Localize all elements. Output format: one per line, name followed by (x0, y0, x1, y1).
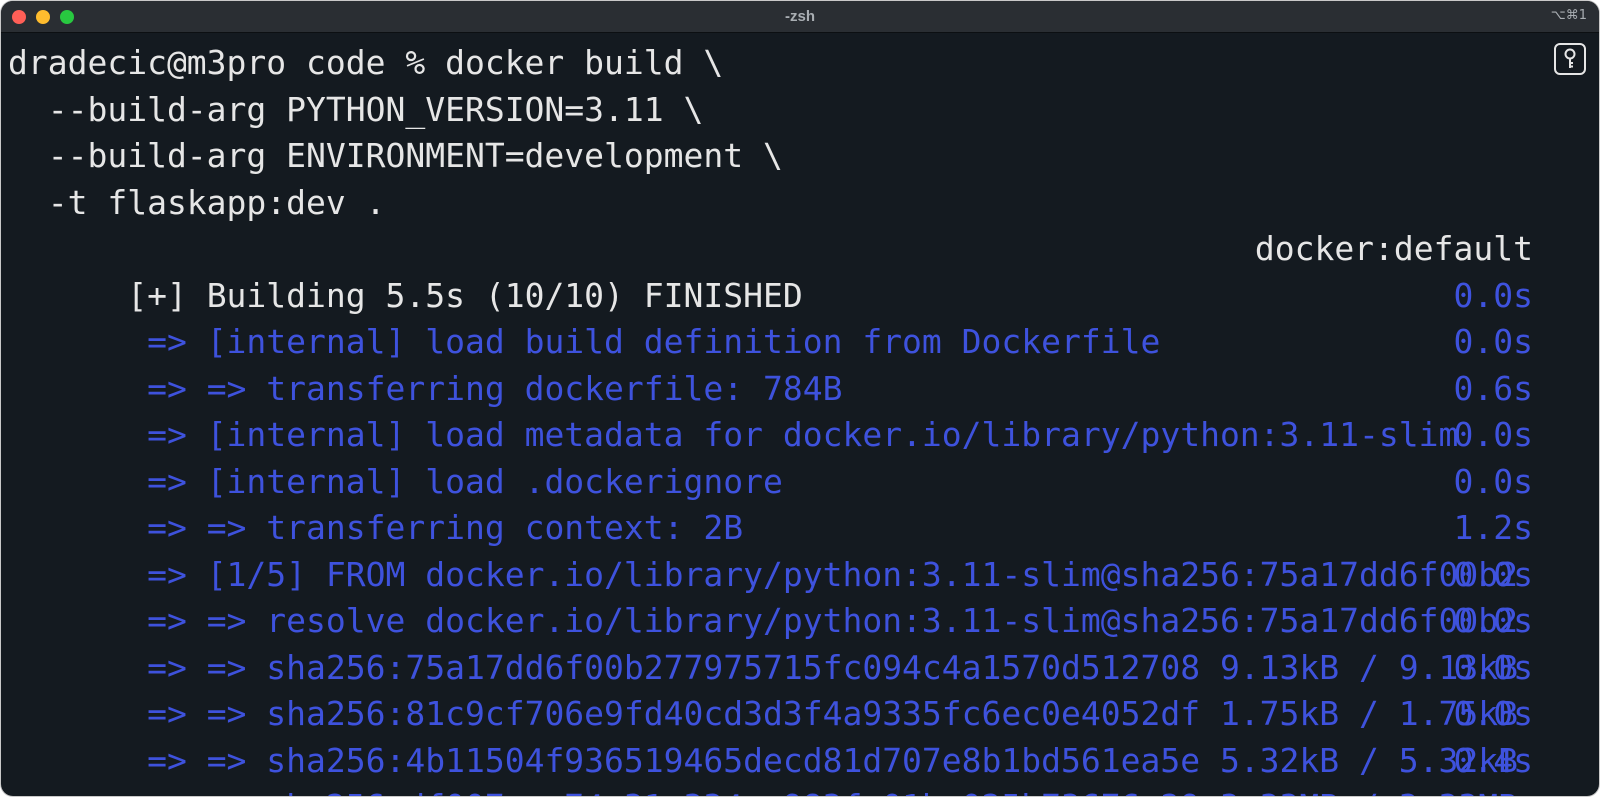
build-step-time: 0.6s (1453, 368, 1533, 408)
window-title: -zsh (785, 8, 815, 25)
builder-name: docker:default (1254, 229, 1533, 268)
build-step-line: => => resolve docker.io/library/python:3… (8, 552, 1599, 641)
build-step-line: => => sha256:75a17dd6f00b277975715fc094c… (8, 598, 1599, 687)
build-step-line: => => sha256:df007eea74a31e334ec983fe01b… (8, 738, 1599, 797)
build-status-line: [+] Building 5.5s (10/10) FINISHED docke… (8, 226, 1599, 315)
build-step-time: 0.0s (1453, 461, 1533, 501)
command-line: --build-arg ENVIRONMENT=development \ (8, 136, 783, 175)
build-step-time: 0.0s (1453, 601, 1533, 640)
build-step-line: => => sha256:81c9cf706e9fd40cd3d3f4a9335… (8, 645, 1599, 734)
build-step-line: => => transferring context: 2B 0.0s (8, 459, 1599, 548)
build-step-line: => [internal] load .dockerignore 0.0s (8, 412, 1599, 501)
build-step-text: => => sha256:df007eea74a31e334ec983fe01b… (127, 787, 1518, 796)
terminal-output[interactable]: dradecic@m3pro code % docker build \ --b… (1, 34, 1599, 796)
title-bar[interactable]: -zsh ⌥⌘1 (1, 1, 1599, 33)
window-shortcut: ⌥⌘1 (1550, 8, 1587, 23)
build-step-time: 0.0s (1453, 554, 1533, 594)
build-step-line: => => transferring dockerfile: 784B 0.0s (8, 319, 1599, 408)
build-step-line: => [1/5] FROM docker.io/library/python:3… (8, 505, 1599, 594)
build-step-line: => [internal] load metadata for docker.i… (8, 366, 1599, 455)
build-step-time: 0.0s (1453, 322, 1533, 361)
command-line: -t flaskapp:dev . (8, 182, 386, 222)
terminal-window: -zsh ⌥⌘1 dradecic@m3pro code % docker bu… (1, 1, 1599, 796)
build-step-time: 1.2s (1453, 508, 1533, 547)
build-step-line: => [internal] load build definition from… (8, 273, 1599, 362)
command-line: --build-arg PYTHON_VERSION=3.11 \ (8, 89, 704, 129)
build-step-time: 0.0s (1453, 415, 1533, 454)
build-step-line: => => sha256:4b11504f936519465decd81d707… (8, 691, 1599, 780)
key-lock-icon (1564, 48, 1576, 68)
build-step-time: 0.4s (1453, 740, 1533, 780)
build-step-time: 0.0s (1453, 647, 1533, 687)
command-line: dradecic@m3pro code % docker build \ (8, 43, 724, 82)
secure-keyboard-button[interactable] (1554, 43, 1586, 75)
build-step-time: 0.0s (1453, 694, 1533, 733)
build-step-time: 0.0s (1453, 275, 1533, 315)
